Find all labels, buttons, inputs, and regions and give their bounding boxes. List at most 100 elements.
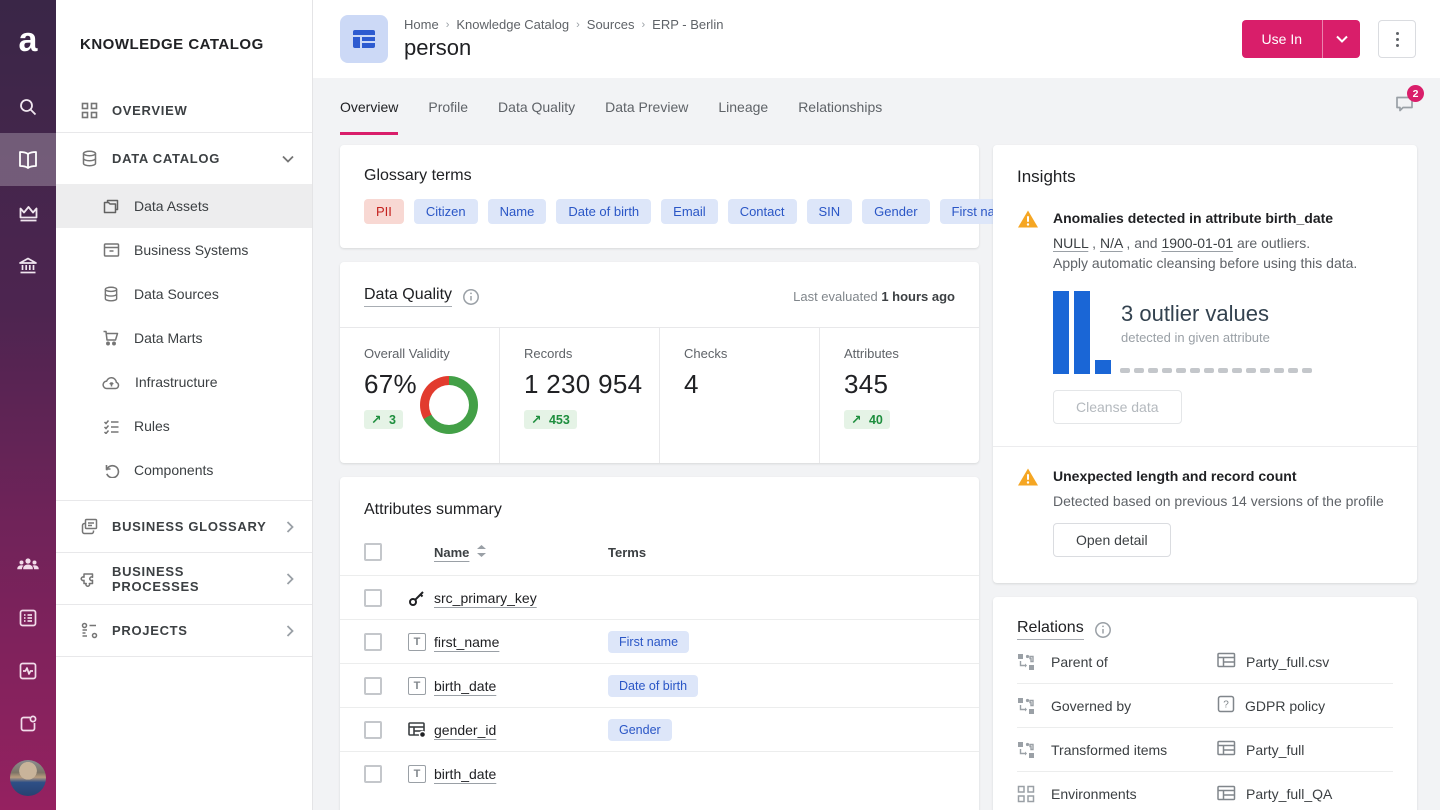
outlier-value-link[interactable]: N/A — [1100, 235, 1123, 251]
sidebar-item-label: Infrastructure — [135, 374, 218, 390]
database-icon — [102, 286, 120, 303]
table-row[interactable]: gender_id Gender — [340, 707, 979, 751]
use-in-dropdown-button[interactable] — [1323, 20, 1360, 58]
cleanse-data-button[interactable]: Cleanse data — [1053, 390, 1182, 424]
tab-overview[interactable]: Overview — [340, 78, 399, 135]
info-icon[interactable] — [1094, 621, 1112, 639]
open-detail-button[interactable]: Open detail — [1053, 523, 1171, 557]
term-chip[interactable]: First name — [608, 630, 690, 653]
glossary-chip[interactable]: SIN — [806, 199, 853, 224]
sidebar-item-data-marts[interactable]: Data Marts — [56, 316, 312, 360]
monitor-pulse-icon — [18, 661, 38, 681]
relations-title[interactable]: Relations — [1017, 619, 1084, 640]
glossary-chip[interactable]: Gender — [862, 199, 930, 224]
relation-target[interactable]: Party_full_QA — [1217, 785, 1393, 804]
brand-logo[interactable]: a — [0, 0, 56, 80]
rail-people-button[interactable] — [0, 538, 56, 591]
chevron-down-icon[interactable] — [282, 155, 294, 163]
row-checkbox[interactable] — [364, 720, 382, 739]
glossary-chip[interactable]: Date of birth — [556, 199, 652, 224]
sidebar-item-data-assets[interactable]: Data Assets — [56, 184, 312, 228]
sidebar-item-overview[interactable]: OVERVIEW — [56, 88, 312, 132]
rail-search-button[interactable] — [0, 80, 56, 133]
glossary-chip[interactable]: Name — [487, 199, 547, 224]
sidebar-item-label: OVERVIEW — [112, 102, 188, 118]
comments-button[interactable]: 2 — [1394, 85, 1424, 119]
attribute-name[interactable]: birth_date — [434, 678, 584, 694]
sidebar-item-label: Business Systems — [134, 242, 249, 258]
sidebar-item-data-sources[interactable]: Data Sources — [56, 272, 312, 316]
sidebar-item-data-catalog[interactable]: DATA CATALOG — [56, 133, 312, 184]
rail-governance-button[interactable] — [0, 239, 56, 292]
user-avatar[interactable] — [10, 760, 46, 796]
column-header-terms[interactable]: Terms — [608, 545, 646, 560]
people-icon — [16, 556, 40, 574]
row-checkbox[interactable] — [364, 676, 382, 695]
sidebar-item-infrastructure[interactable]: Infrastructure — [56, 360, 312, 404]
tab-profile[interactable]: Profile — [428, 78, 468, 135]
insights-title: Insights — [1017, 167, 1076, 186]
relation-target-label[interactable]: Party_full.csv — [1246, 654, 1329, 670]
sidebar-item-business-systems[interactable]: Business Systems — [56, 228, 312, 272]
breadcrumb-link[interactable]: Knowledge Catalog — [456, 17, 569, 32]
trend-up-icon: ↗ — [371, 413, 382, 427]
info-icon[interactable] — [462, 288, 480, 306]
rail-catalog-button[interactable] — [0, 133, 56, 186]
column-header-name[interactable]: Name — [434, 544, 584, 560]
term-chip[interactable]: Date of birth — [608, 674, 699, 697]
sidebar-item-rules[interactable]: Rules — [56, 404, 312, 448]
sidebar-item-business-processes[interactable]: BUSINESS PROCESSES — [56, 552, 312, 604]
outlier-value-link[interactable]: 1900-01-01 — [1161, 235, 1233, 251]
select-all-checkbox[interactable] — [364, 543, 382, 561]
term-chip[interactable]: Gender — [608, 718, 672, 741]
tab-data-quality[interactable]: Data Quality — [498, 78, 575, 135]
stat-checks: Checks 4 — [660, 328, 820, 463]
row-checkbox[interactable] — [364, 764, 382, 783]
relation-target[interactable]: ? GDPR policy — [1217, 695, 1393, 716]
relation-target[interactable]: Party_full.csv — [1217, 652, 1393, 671]
tab-lineage[interactable]: Lineage — [718, 78, 768, 135]
breadcrumb: Home › Knowledge Catalog › Sources › ERP - … — [404, 17, 723, 32]
sidebar-item-business-glossary[interactable]: BUSINESS GLOSSARY — [56, 500, 312, 552]
outlier-value-link[interactable]: NULL — [1053, 235, 1088, 251]
relation-target-label[interactable]: GDPR policy — [1245, 698, 1325, 714]
table-row[interactable]: src_primary_key — [340, 575, 979, 619]
glossary-chip[interactable]: Contact — [727, 199, 797, 224]
sort-icon[interactable] — [477, 544, 487, 560]
attribute-name[interactable]: gender_id — [434, 722, 584, 738]
breadcrumb-link[interactable]: Home — [404, 17, 439, 32]
outlier-bar — [1053, 291, 1069, 374]
row-checkbox[interactable] — [364, 632, 382, 651]
attribute-name[interactable]: src_primary_key — [434, 590, 584, 606]
stat-value: 345 — [844, 369, 889, 399]
sidebar-item-components[interactable]: Components — [56, 448, 312, 492]
breadcrumb-link[interactable]: ERP - Berlin — [652, 17, 723, 32]
more-actions-button[interactable] — [1378, 20, 1416, 58]
insight-heading: Unexpected length and record count — [1053, 468, 1297, 484]
use-in-split-button[interactable]: Use In — [1241, 20, 1360, 58]
relation-target[interactable]: Party_full — [1217, 740, 1393, 759]
use-in-button[interactable]: Use In — [1242, 20, 1323, 58]
glossary-chip[interactable]: Citizen — [413, 199, 478, 224]
outlier-bar-chart: 3 outlier values detected in given attri… — [1053, 289, 1393, 374]
table-row[interactable]: T first_name First name — [340, 619, 979, 663]
breadcrumb-link[interactable]: Sources — [587, 17, 635, 32]
tab-relationships[interactable]: Relationships — [798, 78, 882, 135]
rail-monitoring-button[interactable] — [0, 644, 56, 697]
tab-data-preview[interactable]: Data Preview — [605, 78, 688, 135]
rail-forms-button[interactable] — [0, 591, 56, 644]
module-title: KNOWLEDGE CATALOG — [80, 35, 264, 53]
glossary-chip[interactable]: Email — [661, 199, 718, 224]
relation-target-label[interactable]: Party_full — [1246, 742, 1304, 758]
rail-quality-button[interactable] — [0, 186, 56, 239]
sidebar-item-projects[interactable]: PROJECTS — [56, 604, 312, 656]
data-quality-title[interactable]: Data Quality — [364, 286, 453, 307]
glossary-chip[interactable]: PII — [364, 199, 404, 224]
table-row[interactable]: T birth_date — [340, 751, 979, 795]
row-checkbox[interactable] — [364, 588, 382, 607]
attribute-name[interactable]: birth_date — [434, 766, 584, 782]
attribute-name[interactable]: first_name — [434, 634, 584, 650]
rail-releases-button[interactable] — [0, 697, 56, 750]
relation-target-label[interactable]: Party_full_QA — [1246, 786, 1332, 802]
table-row[interactable]: T birth_date Date of birth — [340, 663, 979, 707]
